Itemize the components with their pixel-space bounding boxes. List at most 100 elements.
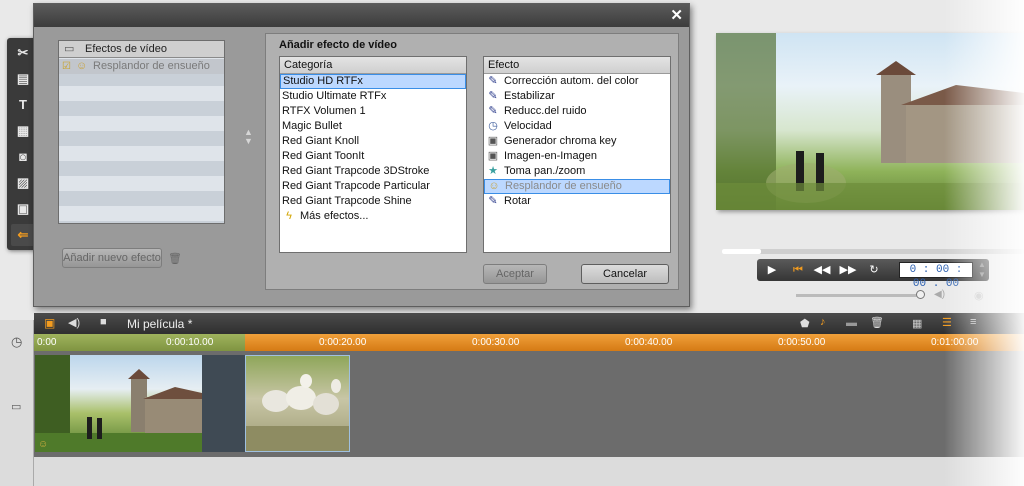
track-area-empty: [34, 457, 1024, 486]
speaker-icon[interactable]: ◀): [934, 289, 945, 300]
magic-wand-icon: ✎: [488, 75, 498, 88]
add-effect-title: Añadir efecto de vídeo: [279, 39, 397, 51]
effect-list: Efecto ✎ Corrección autom. del color ✎ Est…: [483, 56, 671, 253]
text-view-icon[interactable]: ≡: [970, 316, 976, 328]
timeline-toolbar: ▣ ◀) ■ Mi película * ⬟ ♪ ▬ 🗑 ▦ ☰ ≡: [34, 313, 1024, 334]
effect-item[interactable]: ✎ Estabilizar: [484, 89, 670, 104]
magic-wand-icon: ✎: [488, 105, 498, 118]
video-effects-icon[interactable]: ⇐: [11, 224, 35, 246]
loop-icon[interactable]: ↻: [863, 261, 885, 279]
close-icon[interactable]: ✕: [670, 6, 683, 24]
category-item[interactable]: Magic Bullet: [280, 119, 466, 134]
transition-icon[interactable]: ▦: [11, 120, 35, 142]
preview-image: [716, 33, 1024, 210]
category-item[interactable]: Red Giant Trapcode 3DStroke: [280, 164, 466, 179]
scrubber-track[interactable]: [722, 249, 1024, 254]
ruler-selected-range[interactable]: [34, 334, 245, 351]
magic-wand-icon: ✎: [488, 90, 498, 103]
movie-icon[interactable]: ▣: [44, 316, 55, 330]
category-item[interactable]: Red Giant Trapcode Particular: [280, 179, 466, 194]
frame-icon[interactable]: ▣: [11, 198, 35, 220]
rewind-icon[interactable]: ◀◀: [811, 261, 833, 279]
ruler-tick-label: 0:00: [37, 337, 57, 348]
ruler-tick-label: 0:00:50.00: [778, 337, 826, 348]
effect-item[interactable]: ◷ Velocidad: [484, 119, 670, 134]
dialog-titlebar: ✕: [34, 4, 689, 27]
add-new-effect-button[interactable]: Añadir nuevo efecto: [62, 248, 162, 268]
more-effects-label: Más efectos...: [300, 210, 369, 222]
effect-list-item[interactable]: ☑ ☺ Resplandor de ensueño: [59, 59, 224, 74]
star-icon: ★: [488, 165, 498, 178]
timeline-clip[interactable]: [245, 355, 350, 452]
ruler-tick-label: 0:00:10.00: [166, 337, 214, 348]
dream-glow-icon: ☺: [76, 60, 88, 72]
category-item[interactable]: Red Giant ToonIt: [280, 149, 466, 164]
go-to-start-icon[interactable]: ⏮: [787, 261, 809, 279]
properties-icon[interactable]: ▤: [11, 68, 35, 90]
ruler-tick-label: 0:00:20.00: [319, 337, 367, 348]
trash-icon[interactable]: 🗑: [870, 316, 884, 329]
effect-item-label: Resplandor de ensueño: [505, 180, 622, 192]
folder-icon[interactable]: ■: [100, 316, 107, 328]
clip-thumbnail: [246, 374, 349, 451]
timeline-clip[interactable]: ☺: [35, 355, 202, 452]
effect-header: Efecto: [484, 57, 670, 74]
effect-item[interactable]: ✎ Rotar: [484, 194, 670, 209]
chroma-key-icon: ▣: [487, 135, 499, 148]
effect-item[interactable]: ▣ Imagen-en-Imagen: [484, 149, 670, 164]
storyboard-view-icon[interactable]: ▦: [912, 317, 922, 330]
marker-icon[interactable]: ⬟: [800, 317, 810, 330]
track-gap: [201, 355, 246, 452]
category-item[interactable]: Studio HD RTFx: [280, 74, 466, 89]
effect-list-item-label: Resplandor de ensueño: [93, 60, 210, 72]
category-list: Categoría Studio HD RTFx Studio Ultimate…: [279, 56, 467, 253]
timecode-field[interactable]: 0 : 00 : 00 . 00: [899, 262, 973, 290]
subtitle-icon[interactable]: ▬: [846, 317, 857, 329]
effect-item[interactable]: ✎ Corrección autom. del color: [484, 74, 670, 89]
fast-forward-icon[interactable]: ▶▶: [837, 261, 859, 279]
cancel-button[interactable]: Cancelar: [581, 264, 669, 284]
ruler-tick-label: 0:01:00.00: [931, 337, 979, 348]
volume-slider-knob[interactable]: [916, 290, 926, 299]
scissors-icon[interactable]: ✂: [11, 42, 35, 64]
effect-item-label: Estabilizar: [504, 90, 555, 102]
timecode-stepper-icon[interactable]: ▲ ▼: [978, 260, 986, 280]
voiceover-icon[interactable]: ♪: [820, 316, 826, 328]
effects-list-header: ▭ Efectos de vídeo: [59, 41, 224, 58]
project-title: Mi película *: [127, 317, 193, 331]
effect-applied-icon: ☺: [38, 439, 49, 450]
audio-icon[interactable]: ◀): [68, 316, 80, 329]
trash-icon[interactable]: 🗑: [168, 252, 182, 265]
category-item[interactable]: Red Giant Knoll: [280, 134, 466, 149]
volume-slider[interactable]: [796, 294, 924, 297]
video-effects-dialog: ✕ ▭ Efectos de vídeo ☑ ☺ Resplandor de e…: [33, 3, 690, 307]
accept-button[interactable]: Aceptar: [483, 264, 547, 284]
timeline-view-icon[interactable]: ☰: [942, 316, 952, 329]
effect-item[interactable]: ★ Toma pan./zoom: [484, 164, 670, 179]
camera-icon[interactable]: ◙: [11, 146, 35, 168]
picture-in-picture-icon: ▣: [487, 150, 499, 163]
effect-item-label: Generador chroma key: [504, 135, 617, 147]
category-item[interactable]: Red Giant Trapcode Shine: [280, 194, 466, 209]
camera-small-icon: ▭: [64, 43, 75, 55]
category-item-more[interactable]: ϟ Más efectos...: [280, 209, 466, 224]
effect-item-selected[interactable]: ☺ Resplandor de ensueño: [484, 179, 670, 194]
play-icon[interactable]: ▶: [761, 261, 783, 279]
effect-item[interactable]: ▣ Generador chroma key: [484, 134, 670, 149]
transport-controls: ▶ ⏮ ◀◀ ▶▶ ↻ 0 : 00 : 00 . 00: [757, 259, 989, 290]
title-icon[interactable]: T: [11, 94, 35, 116]
scrubber-progress: [722, 249, 762, 254]
disc-icon[interactable]: ◉: [974, 289, 984, 302]
clip-thumbnail: [35, 355, 202, 452]
dream-glow-icon: ☺: [488, 180, 500, 193]
checkbox-icon[interactable]: ☑: [62, 59, 71, 74]
clapper-icon[interactable]: ▨: [11, 172, 35, 194]
effect-item-label: Imagen-en-Imagen: [504, 150, 597, 162]
category-item[interactable]: Studio Ultimate RTFx: [280, 89, 466, 104]
category-item[interactable]: RTFX Volumen 1: [280, 104, 466, 119]
reorder-arrows-icon[interactable]: ▲ ▼: [244, 128, 253, 146]
category-header: Categoría: [280, 57, 466, 74]
effect-item-label: Rotar: [504, 195, 531, 207]
effect-item[interactable]: ✎ Reducc.del ruido: [484, 104, 670, 119]
effect-item-label: Corrección autom. del color: [504, 75, 639, 87]
